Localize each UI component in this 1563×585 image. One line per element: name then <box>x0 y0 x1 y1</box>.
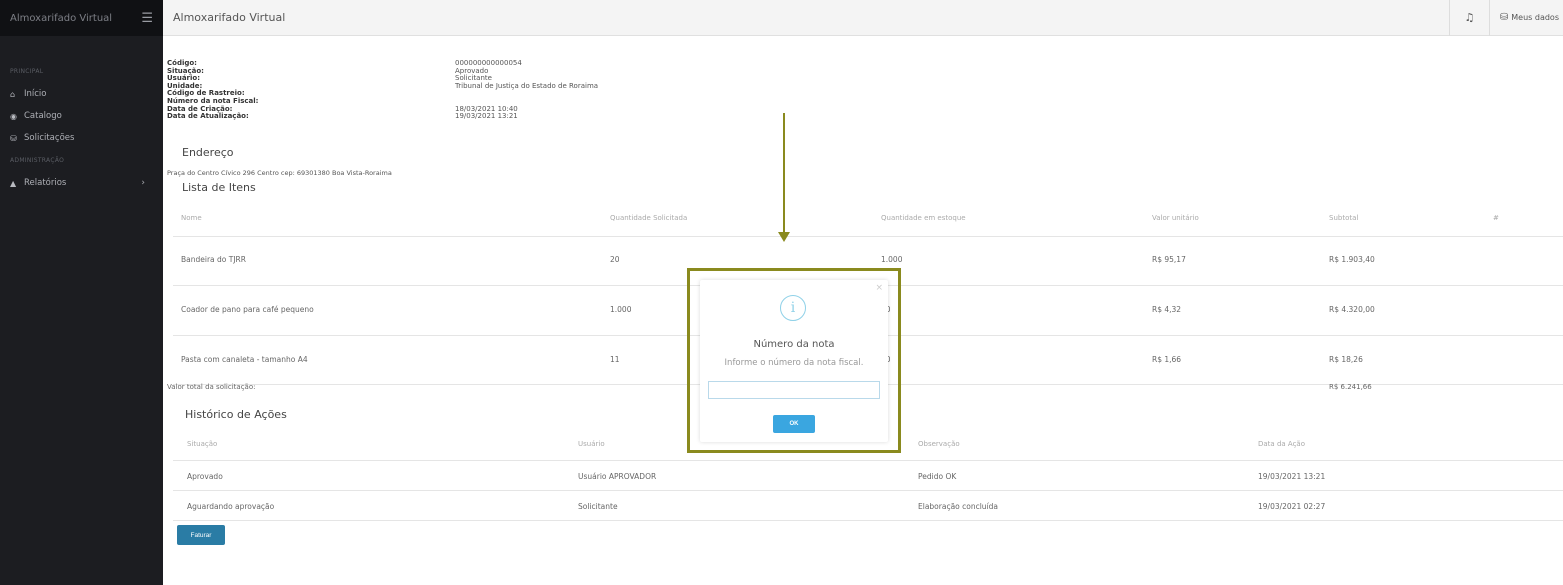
cell-qtd: 20 <box>610 255 620 264</box>
annotation-arrow-line <box>783 113 785 233</box>
cell-valor: R$ 1,66 <box>1152 355 1182 364</box>
cell-qtd: 11 <box>610 355 620 364</box>
chart-icon: ▲ <box>10 178 17 188</box>
basket-icon: ⛁ <box>1499 12 1509 23</box>
nav-section-admin: ADMINISTRAÇÃO <box>10 157 65 164</box>
col-situacao: Situação <box>187 440 218 448</box>
table-row: Aguardando aprovação Solicitante Elabora… <box>173 490 1563 520</box>
table-header: Nome Quantidade Solicitada Quantidade em… <box>173 204 1563 236</box>
home-icon: ⌂ <box>10 89 16 99</box>
sidebar-item-label: Início <box>24 89 47 99</box>
sidebar-item-inicio[interactable]: ⌂ Início <box>0 83 163 105</box>
hamburger-menu-icon[interactable]: ☰ <box>141 11 153 26</box>
table-footer-line <box>173 520 1563 521</box>
historico-title: Histórico de Ações <box>185 408 287 421</box>
sidebar-item-label: Relatórios <box>24 178 67 188</box>
dialog-title: Número da nota <box>753 339 835 350</box>
chevron-right-icon: › <box>141 178 145 188</box>
cell-estoque: 1.000 <box>881 255 903 264</box>
my-data-button[interactable]: ⛁ Meus dados <box>1488 0 1563 36</box>
cell-situacao: Aprovado <box>187 472 223 481</box>
value-unidade: Tribunal de Justiça do Estado de Roraima <box>455 81 599 90</box>
cell-subtotal: R$ 18,26 <box>1329 355 1363 364</box>
sidebar-item-solicitacoes[interactable]: ⛁ Solicitações <box>0 127 163 149</box>
cell-nome: Coador de pano para café pequeno <box>181 305 314 314</box>
sidebar-item-label: Catalogo <box>24 111 62 121</box>
page-title: Almoxarifado Virtual <box>173 11 286 24</box>
cell-data: 19/03/2021 13:21 <box>1258 472 1326 481</box>
cell-subtotal: R$ 1.903,40 <box>1329 255 1375 264</box>
invoice-number-input[interactable] <box>708 381 880 399</box>
catalog-icon: ◉ <box>10 111 17 121</box>
cell-situacao: Aguardando aprovação <box>187 502 275 511</box>
sidebar-item-relatorios[interactable]: ▲ Relatórios › <box>0 172 163 194</box>
col-qtd-solicitada: Quantidade Solicitada <box>610 214 688 222</box>
notification-bell-icon[interactable]: ♫ <box>1448 0 1489 36</box>
col-valor-unitario: Valor unitário <box>1152 214 1199 222</box>
cell-observacao: Elaboração concluída <box>918 502 999 511</box>
sidebar-item-catalogo[interactable]: ◉ Catalogo <box>0 105 163 127</box>
cell-subtotal: R$ 4.320,00 <box>1329 305 1375 314</box>
value-codigo-rastreio <box>455 90 598 98</box>
nav-section-principal: PRINCIPAL <box>10 68 44 75</box>
close-icon[interactable]: × <box>875 283 883 293</box>
dialog-text: Informe o número da nota fiscal. <box>724 358 864 368</box>
cell-usuario: Usuário APROVADOR <box>578 472 657 481</box>
itens-title: Lista de Itens <box>182 181 256 194</box>
app-name[interactable]: Almoxarifado Virtual <box>10 13 112 24</box>
col-nome: Nome <box>181 214 202 222</box>
ok-button[interactable]: OK <box>773 415 815 433</box>
total-label: Valor total da solicitação: <box>167 383 256 391</box>
topbar: Almoxarifado Virtual ♫ ⛁ Meus dados <box>163 0 1563 36</box>
col-observacao: Observação <box>918 440 960 448</box>
details-labels: Código: Situação: Usuário: Unidade: Códi… <box>167 59 258 121</box>
col-subtotal: Subtotal <box>1329 214 1359 222</box>
endereco-text: Praça do Centro Cívico 296 Centro cep: 6… <box>167 169 392 177</box>
sidebar-item-label: Solicitações <box>24 133 75 143</box>
my-data-label: Meus dados <box>1511 13 1559 22</box>
total-value: R$ 6.241,66 <box>1329 383 1372 391</box>
cell-valor: R$ 95,17 <box>1152 255 1186 264</box>
cell-nome: Pasta com canaleta - tamanho A4 <box>181 355 308 364</box>
col-data-acao: Data da Ação <box>1258 440 1305 448</box>
col-hash: # <box>1493 214 1499 222</box>
invoice-number-dialog: × i Número da nota Informe o número da n… <box>700 280 888 442</box>
faturar-button[interactable]: Faturar <box>177 525 225 545</box>
annotation-arrow-head <box>778 232 790 242</box>
col-usuario: Usuário <box>578 440 605 448</box>
info-icon: i <box>780 295 806 321</box>
cell-usuario: Solicitante <box>578 502 618 511</box>
table-row: Aprovado Usuário APROVADOR Pedido OK 19/… <box>173 460 1563 490</box>
cell-observacao: Pedido OK <box>918 472 957 481</box>
sidebar: Almoxarifado Virtual ☰ PRINCIPAL ⌂ Iníci… <box>0 0 163 585</box>
cell-qtd: 1.000 <box>610 305 632 314</box>
endereco-title: Endereço <box>182 146 234 159</box>
col-qtd-estoque: Quantidade em estoque <box>881 214 966 222</box>
cell-nome: Bandeira do TJRR <box>181 255 246 264</box>
cell-data: 19/03/2021 02:27 <box>1258 502 1326 511</box>
basket-icon: ⛁ <box>10 133 17 143</box>
cell-valor: R$ 4,32 <box>1152 305 1182 314</box>
sidebar-header: Almoxarifado Virtual ☰ <box>0 0 163 36</box>
label-data-atualizacao: Data de Atualização: <box>167 112 249 121</box>
value-data-atualizacao: 19/03/2021 13:21 <box>455 112 518 121</box>
details-values: 000000000000054 Aprovado Solicitante Tri… <box>455 59 599 121</box>
